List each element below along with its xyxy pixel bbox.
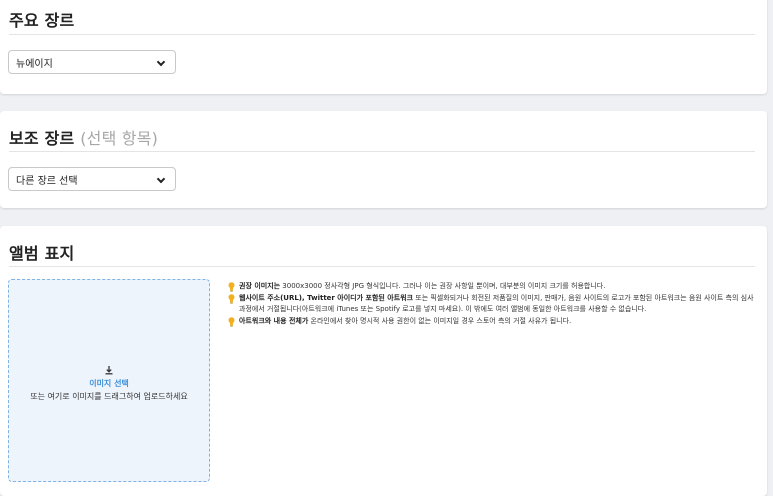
primary-genre-select[interactable]: 뉴에이지 xyxy=(8,50,176,74)
guideline-text: 온라인에서 찾아 명시적 사용 권한이 없는 이미지일 경우 스토어 측의 거절… xyxy=(308,316,572,325)
guideline-emphasis: 아트워크와 내용 전체가 xyxy=(239,316,309,325)
lightbulb-icon xyxy=(228,316,235,326)
lightbulb-icon xyxy=(228,293,235,303)
album-cover-card: 앨범 표지 이미지 선택 또는 여기로 이미지를 드래그하여 업로드하세요 권장… xyxy=(0,226,767,496)
guideline-item: 아트워크와 내용 전체가 온라인에서 찾아 명시적 사용 권한이 없는 이미지일… xyxy=(227,316,757,328)
optional-label: (선택 항목) xyxy=(80,129,159,148)
primary-genre-title: 주요 장르 xyxy=(9,11,75,30)
chevron-down-icon xyxy=(156,57,166,67)
chevron-down-icon xyxy=(156,174,166,184)
dropzone-content: 이미지 선택 또는 여기로 이미지를 드래그하여 업로드하세요 xyxy=(9,365,209,402)
secondary-genre-title-text: 보조 장르 xyxy=(9,129,75,148)
secondary-genre-select[interactable]: 다른 장르 선택 xyxy=(8,167,176,191)
guideline-emphasis: 웹사이트 주소(URL), Twitter 아이디가 포함된 아트워크 xyxy=(239,293,414,302)
album-cover-title: 앨범 표지 xyxy=(9,244,75,263)
secondary-genre-card: 보조 장르 (선택 항목) 다른 장르 선택 xyxy=(0,111,767,208)
primary-genre-select-value: 뉴에이지 xyxy=(16,58,53,70)
divider xyxy=(9,151,755,152)
lightbulb-icon xyxy=(228,282,235,292)
guideline-emphasis: 권장 이미지는 xyxy=(239,282,281,290)
select-image-link[interactable]: 이미지 선택 xyxy=(9,378,209,389)
dropzone-hint: 또는 여기로 이미지를 드래그하여 업로드하세요 xyxy=(30,392,188,401)
primary-genre-card: 주요 장르 뉴에이지 xyxy=(0,0,767,94)
guideline-text: 3000x3000 정사각형 JPG 형식입니다. 그러나 이는 권장 사항일 … xyxy=(280,282,606,290)
artwork-guidelines: 권장 이미지는 3000x3000 정사각형 JPG 형식입니다. 그러나 이는… xyxy=(227,281,757,327)
guideline-item: 웹사이트 주소(URL), Twitter 아이디가 포함된 아트워크 또는 픽… xyxy=(227,293,757,316)
image-dropzone[interactable]: 이미지 선택 또는 여기로 이미지를 드래그하여 업로드하세요 xyxy=(8,279,210,482)
secondary-genre-title: 보조 장르 (선택 항목) xyxy=(9,125,158,149)
divider xyxy=(9,266,755,267)
divider xyxy=(9,34,755,35)
guideline-item: 권장 이미지는 3000x3000 정사각형 JPG 형식입니다. 그러나 이는… xyxy=(227,281,757,293)
download-icon xyxy=(105,366,113,375)
secondary-genre-select-value: 다른 장르 선택 xyxy=(16,175,78,187)
